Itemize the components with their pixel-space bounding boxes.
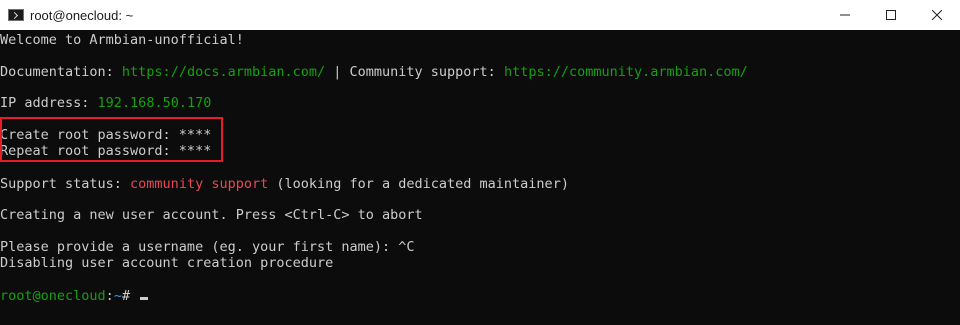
window-title: root@onecloud: ~ <box>30 7 134 23</box>
maximize-button[interactable] <box>868 0 914 30</box>
password-highlight-box <box>0 117 223 162</box>
community-link[interactable]: https://community.armbian.com/ <box>504 64 748 80</box>
ip-line: IP address: 192.168.50.170 <box>0 95 211 111</box>
creating-user-line: Creating a new user account. Press <Ctrl… <box>0 207 423 223</box>
ip-label: IP address: <box>0 95 98 111</box>
title-bar[interactable]: root@onecloud: ~ <box>0 0 960 30</box>
minimize-icon <box>840 14 850 16</box>
prompt-user: root@onecloud <box>0 288 106 304</box>
ip-value: 192.168.50.170 <box>97 95 212 111</box>
support-label: Support status: <box>0 176 131 192</box>
creating-user-text: Creating a new user account. Press <Ctrl… <box>0 207 423 223</box>
welcome-line: Welcome to Armbian-unofficial! <box>0 32 244 48</box>
provide-username-line: Please provide a username (eg. your firs… <box>0 239 415 255</box>
terminal-app-icon <box>8 9 24 21</box>
disabling-line: Disabling user account creation procedur… <box>0 255 333 271</box>
documentation-line: Documentation: https://docs.armbian.com/… <box>0 64 748 80</box>
terminal-window: root@onecloud: ~ Welcome to Armbian-unof… <box>0 0 960 325</box>
close-icon <box>932 10 942 20</box>
window-controls <box>822 0 960 30</box>
minimize-button[interactable] <box>822 0 868 30</box>
terminal-output[interactable]: Welcome to Armbian-unofficial! Documenta… <box>0 30 960 325</box>
community-label: | Community support: <box>325 64 504 80</box>
prompt-line[interactable]: root@onecloud:~# <box>0 288 149 304</box>
prompt-symbol: # <box>121 288 139 304</box>
support-note: (looking for a dedicated maintainer) <box>268 176 569 192</box>
prompt-path: ~ <box>113 288 122 304</box>
prompt-separator: : <box>105 288 114 304</box>
provide-username-text: Please provide a username (eg. your firs… <box>0 239 415 255</box>
support-status-line: Support status: community support (looki… <box>0 176 569 192</box>
close-button[interactable] <box>914 0 960 30</box>
support-value: community support <box>130 176 269 192</box>
documentation-link[interactable]: https://docs.armbian.com/ <box>122 64 325 80</box>
text-cursor <box>140 297 149 300</box>
welcome-text: Welcome to Armbian-unofficial! <box>0 32 244 48</box>
maximize-icon <box>886 10 896 20</box>
disabling-text: Disabling user account creation procedur… <box>0 255 334 271</box>
documentation-label: Documentation: <box>0 64 122 80</box>
